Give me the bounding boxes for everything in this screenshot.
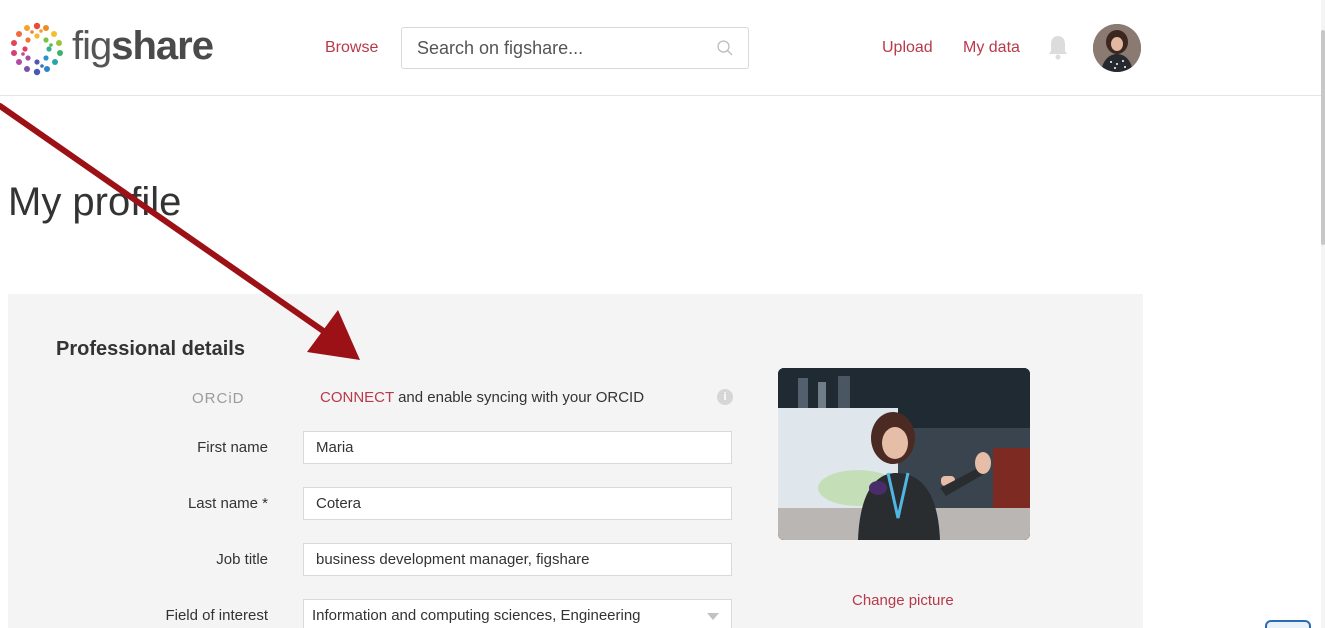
search-box — [401, 27, 749, 69]
orcid-connect-text: CONNECT and enable syncing with your ORC… — [320, 389, 644, 406]
page-scrollbar[interactable] — [1321, 0, 1325, 628]
orcid-connect-description: and enable syncing with your ORCID — [393, 389, 645, 406]
profile-picture-image — [778, 368, 1030, 540]
user-avatar[interactable] — [1093, 24, 1141, 72]
bell-icon[interactable] — [1047, 34, 1069, 60]
job-title-field[interactable] — [303, 543, 732, 576]
info-icon[interactable]: i — [717, 389, 733, 405]
last-name-label: Last name * — [187, 495, 268, 512]
figshare-wordmark: figshare — [72, 23, 214, 69]
field-of-interest-select[interactable]: Information and computing sciences, Engi… — [303, 599, 732, 628]
profile-picture — [778, 368, 1030, 540]
top-nav-bar: figshare Browse Upload My data — [0, 0, 1325, 96]
first-name-label: First name — [197, 439, 268, 456]
logo-suffix: share — [111, 23, 214, 68]
figshare-logo[interactable]: figshare — [6, 18, 214, 80]
field-of-interest-value: Information and computing sciences, Engi… — [312, 607, 641, 624]
avatar-photo — [1093, 24, 1141, 72]
change-picture-link[interactable]: Change picture — [852, 592, 954, 609]
professional-details-panel: Professional details ORCiD CONNECT and e… — [8, 294, 1143, 628]
floating-help-button[interactable] — [1265, 620, 1311, 628]
chevron-down-icon — [707, 613, 719, 620]
scrollbar-thumb[interactable] — [1321, 30, 1325, 245]
upload-link[interactable]: Upload — [882, 39, 933, 57]
section-title: Professional details — [56, 338, 245, 360]
field-of-interest-label: Field of interest — [165, 607, 268, 624]
orcid-connect-link[interactable]: CONNECT — [320, 389, 394, 406]
logo-prefix: fig — [72, 23, 112, 68]
my-data-link[interactable]: My data — [963, 39, 1020, 57]
last-name-field[interactable] — [303, 487, 732, 520]
search-input[interactable] — [402, 28, 702, 68]
page-title: My profile — [8, 180, 182, 224]
figshare-logo-icon — [11, 22, 63, 76]
orcid-label: ORCiD — [192, 390, 245, 407]
job-title-label: Job title — [216, 551, 268, 568]
browse-link[interactable]: Browse — [325, 39, 378, 57]
first-name-field[interactable] — [303, 431, 732, 464]
search-icon[interactable] — [716, 39, 734, 57]
